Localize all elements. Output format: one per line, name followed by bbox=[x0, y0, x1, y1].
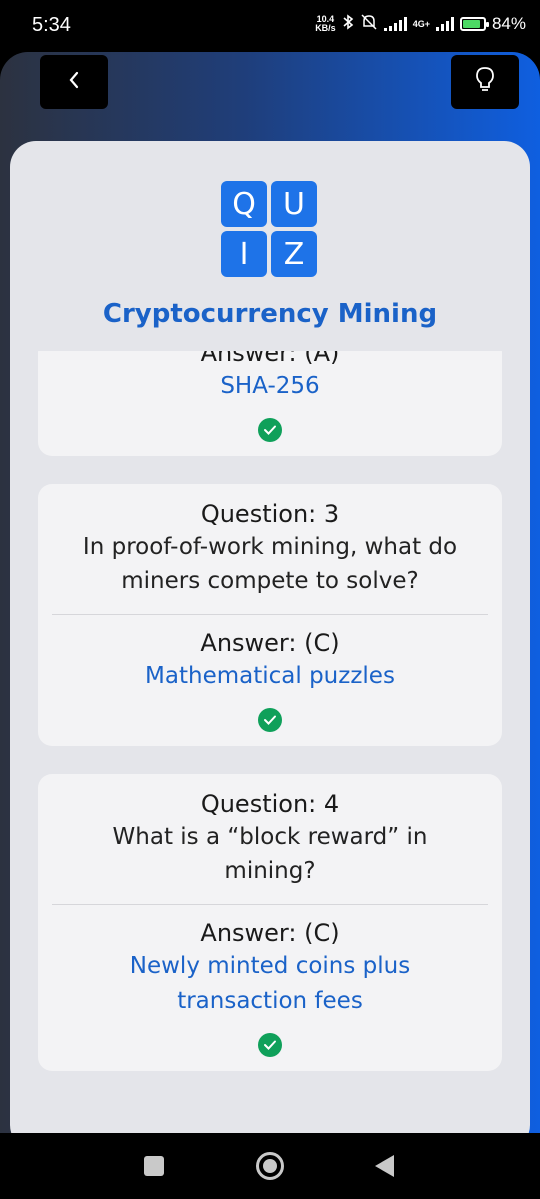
signal-icon-2 bbox=[435, 17, 454, 31]
network-type: 4G+ bbox=[412, 19, 430, 29]
chevron-left-icon bbox=[66, 69, 82, 95]
status-bar: 5:34 10.4 KB/s 4G+ 84% bbox=[0, 0, 540, 52]
answer-value: Newly minted coins plus transaction fees bbox=[129, 953, 411, 1014]
check-icon bbox=[258, 708, 282, 732]
quiz-logo: Q U I Z bbox=[221, 181, 319, 279]
quiz-title: Cryptocurrency Mining bbox=[102, 299, 438, 329]
signal-icon bbox=[383, 17, 407, 31]
quiz-card: Q U I Z Cryptocurrency Mining Answer: (A… bbox=[10, 141, 530, 1133]
divider bbox=[52, 614, 488, 615]
status-time: 5:34 bbox=[32, 14, 71, 36]
system-nav-bar bbox=[0, 1133, 540, 1199]
app-screen: Q U I Z Cryptocurrency Mining Answer: (A… bbox=[0, 52, 540, 1133]
answer-value: Mathematical puzzles bbox=[145, 663, 395, 689]
hint-button[interactable] bbox=[451, 55, 519, 109]
question-label: Question: 3 bbox=[200, 500, 340, 528]
battery-percent: 84% bbox=[491, 14, 526, 33]
answer-card: Question: 4 What is a “block reward” in … bbox=[38, 774, 502, 1071]
logo-tile: I bbox=[221, 231, 267, 277]
home-button[interactable] bbox=[256, 1152, 284, 1180]
notifications-off-icon bbox=[360, 14, 378, 34]
recents-button[interactable] bbox=[144, 1156, 164, 1176]
status-icons: 10.4 KB/s 4G+ 84% bbox=[315, 14, 526, 34]
answer-label: Answer: (C) bbox=[200, 919, 340, 947]
answers-list[interactable]: Answer: (A) SHA-256 Question: 3 In proof… bbox=[10, 351, 530, 1133]
check-icon bbox=[258, 418, 282, 442]
logo-tile: Q bbox=[221, 181, 267, 227]
net-speed-unit: KB/s bbox=[315, 23, 336, 33]
question-label: Question: 4 bbox=[200, 790, 340, 818]
bluetooth-icon bbox=[342, 14, 354, 34]
net-speed: 10.4 KB/s bbox=[315, 15, 336, 33]
logo-tile: U bbox=[271, 181, 317, 227]
logo-tile: Z bbox=[271, 231, 317, 277]
lightbulb-icon bbox=[474, 66, 496, 98]
answer-label: Answer: (C) bbox=[200, 629, 340, 657]
question-text: What is a “block reward” in mining? bbox=[112, 824, 428, 884]
back-button[interactable] bbox=[40, 55, 108, 109]
system-back-button[interactable] bbox=[375, 1155, 394, 1177]
divider bbox=[52, 904, 488, 905]
battery-icon bbox=[459, 17, 489, 31]
answer-card: Question: 3 In proof-of-work mining, wha… bbox=[38, 484, 502, 746]
answer-value: SHA-256 bbox=[220, 373, 320, 399]
answer-card: Answer: (A) SHA-256 bbox=[38, 351, 502, 456]
question-text: In proof-of-work mining, what do miners … bbox=[82, 534, 458, 594]
check-icon bbox=[258, 1033, 282, 1057]
answer-label: Answer: (A) bbox=[200, 351, 340, 367]
